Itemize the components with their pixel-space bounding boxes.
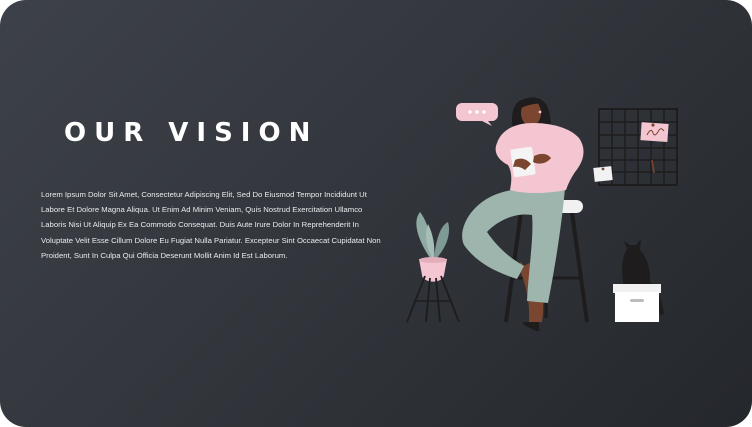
slide-body-text: Lorem Ipsum Dolor Sit Amet, Consectetur … [41,190,381,260]
illustration [406,97,678,332]
pin [651,159,655,174]
white-box [613,284,661,322]
potted-plant [406,212,460,323]
woman-figure [462,97,584,332]
speech-bubble-icon [456,103,498,126]
slide-title: OUR VISION [64,118,319,148]
slide-background: OUR VISION Lorem Ipsum Dolor Sit Amet, C… [0,0,752,427]
small-note [593,166,613,182]
pinned-note [640,122,669,142]
